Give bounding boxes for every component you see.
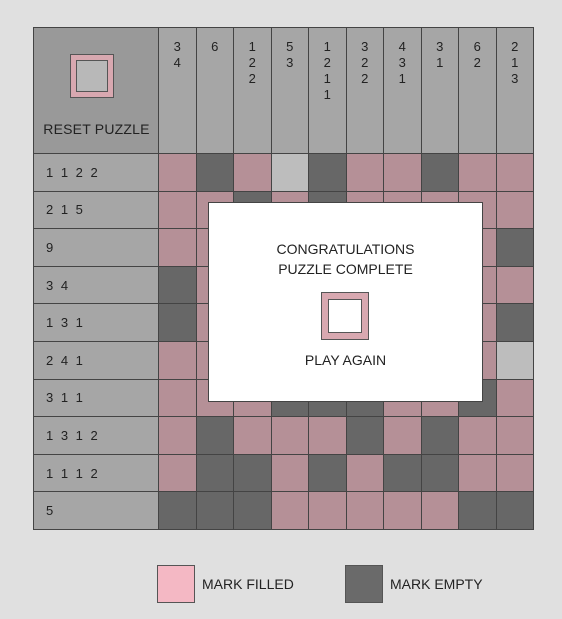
grid-cell[interactable] bbox=[496, 266, 534, 305]
row-clue: 1 3 1 bbox=[34, 304, 159, 342]
completion-message: CONGRATULATIONS PUZZLE COMPLETE bbox=[209, 239, 482, 279]
grid-cell[interactable] bbox=[459, 492, 497, 530]
column-clue: 5 3 bbox=[271, 28, 309, 154]
puzzle-complete-text: PUZZLE COMPLETE bbox=[278, 261, 413, 277]
grid-cell[interactable] bbox=[159, 266, 197, 305]
grid-cell[interactable] bbox=[496, 454, 534, 493]
reset-panel: RESET PUZZLE bbox=[34, 28, 159, 154]
congratulations-text: CONGRATULATIONS bbox=[276, 241, 415, 257]
column-clue: 4 3 1 bbox=[384, 28, 422, 154]
grid-cell[interactable] bbox=[159, 191, 197, 230]
mark-empty-control[interactable]: MARK EMPTY bbox=[345, 565, 483, 603]
grid-cell[interactable] bbox=[309, 417, 347, 455]
grid-cell[interactable] bbox=[234, 454, 272, 493]
grid-cell[interactable] bbox=[459, 454, 497, 493]
grid-cell[interactable] bbox=[159, 304, 197, 342]
row-clue: 2 1 5 bbox=[34, 191, 159, 230]
grid-cell[interactable] bbox=[496, 379, 534, 418]
grid-cell[interactable] bbox=[271, 417, 309, 455]
grid-cell[interactable] bbox=[384, 417, 422, 455]
row-clue: 1 1 2 2 bbox=[34, 154, 159, 192]
mark-filled-label: MARK FILLED bbox=[202, 576, 294, 592]
grid-cell[interactable] bbox=[346, 417, 384, 455]
grid-cell[interactable] bbox=[496, 304, 534, 342]
grid-cell[interactable] bbox=[234, 417, 272, 455]
grid-cell[interactable] bbox=[196, 154, 234, 192]
reset-puzzle-label: RESET PUZZLE bbox=[43, 121, 150, 137]
grid-cell[interactable] bbox=[309, 154, 347, 192]
mark-empty-label: MARK EMPTY bbox=[390, 576, 483, 592]
column-clue: 6 2 bbox=[459, 28, 497, 154]
grid-cell[interactable] bbox=[421, 454, 459, 493]
column-clue: 2 1 3 bbox=[496, 28, 534, 154]
column-clue: 6 bbox=[196, 28, 234, 154]
grid-cell[interactable] bbox=[159, 379, 197, 418]
play-again-button-inner bbox=[328, 299, 362, 333]
reset-puzzle-button[interactable] bbox=[70, 54, 114, 98]
row-clue: 5 bbox=[34, 492, 159, 530]
mark-filled-swatch[interactable] bbox=[157, 565, 195, 603]
row-clue: 1 3 1 2 bbox=[34, 417, 159, 455]
grid-cell[interactable] bbox=[496, 342, 534, 380]
grid-cell[interactable] bbox=[196, 454, 234, 493]
grid-cell[interactable] bbox=[384, 454, 422, 493]
grid-cell[interactable] bbox=[384, 154, 422, 192]
row-clue: 9 bbox=[34, 229, 159, 267]
grid-cell[interactable] bbox=[159, 417, 197, 455]
column-clue: 1 2 1 1 bbox=[309, 28, 347, 154]
reset-button-inner bbox=[76, 60, 108, 92]
grid-cell[interactable] bbox=[159, 492, 197, 530]
grid-cell[interactable] bbox=[459, 417, 497, 455]
grid-cell[interactable] bbox=[234, 154, 272, 192]
grid-cell[interactable] bbox=[159, 229, 197, 267]
grid-cell[interactable] bbox=[496, 191, 534, 230]
row-clue: 1 1 1 2 bbox=[34, 454, 159, 493]
grid-cell[interactable] bbox=[421, 154, 459, 192]
grid-cell[interactable] bbox=[346, 454, 384, 493]
grid-cell[interactable] bbox=[309, 492, 347, 530]
grid-cell[interactable] bbox=[196, 417, 234, 455]
grid-cell[interactable] bbox=[346, 154, 384, 192]
row-clue: 3 1 1 bbox=[34, 379, 159, 418]
play-again-label: PLAY AGAIN bbox=[304, 352, 387, 368]
grid-cell[interactable] bbox=[271, 454, 309, 493]
grid-cell[interactable] bbox=[496, 229, 534, 267]
grid-cell[interactable] bbox=[309, 454, 347, 493]
grid-cell[interactable] bbox=[346, 492, 384, 530]
grid-cell[interactable] bbox=[384, 492, 422, 530]
row-clue: 3 4 bbox=[34, 266, 159, 305]
grid-cell[interactable] bbox=[271, 154, 309, 192]
grid-cell[interactable] bbox=[159, 154, 197, 192]
play-again-button[interactable] bbox=[321, 292, 369, 340]
grid-cell[interactable] bbox=[421, 492, 459, 530]
grid-cell[interactable] bbox=[196, 492, 234, 530]
grid-cell[interactable] bbox=[159, 342, 197, 380]
column-clue: 1 2 2 bbox=[234, 28, 272, 154]
mark-empty-swatch[interactable] bbox=[345, 565, 383, 603]
grid-cell[interactable] bbox=[234, 492, 272, 530]
grid-cell[interactable] bbox=[271, 492, 309, 530]
completion-dialog: CONGRATULATIONS PUZZLE COMPLETE PLAY AGA… bbox=[208, 202, 483, 402]
grid-cell[interactable] bbox=[459, 154, 497, 192]
row-clue: 2 4 1 bbox=[34, 342, 159, 380]
column-clue: 3 1 bbox=[421, 28, 459, 154]
column-clue: 3 4 bbox=[159, 28, 197, 154]
mark-filled-control[interactable]: MARK FILLED bbox=[157, 565, 294, 603]
grid-cell[interactable] bbox=[421, 417, 459, 455]
column-clue: 3 2 2 bbox=[346, 28, 384, 154]
grid-cell[interactable] bbox=[159, 454, 197, 493]
grid-cell[interactable] bbox=[496, 492, 534, 530]
grid-cell[interactable] bbox=[496, 417, 534, 455]
grid-cell[interactable] bbox=[496, 154, 534, 192]
